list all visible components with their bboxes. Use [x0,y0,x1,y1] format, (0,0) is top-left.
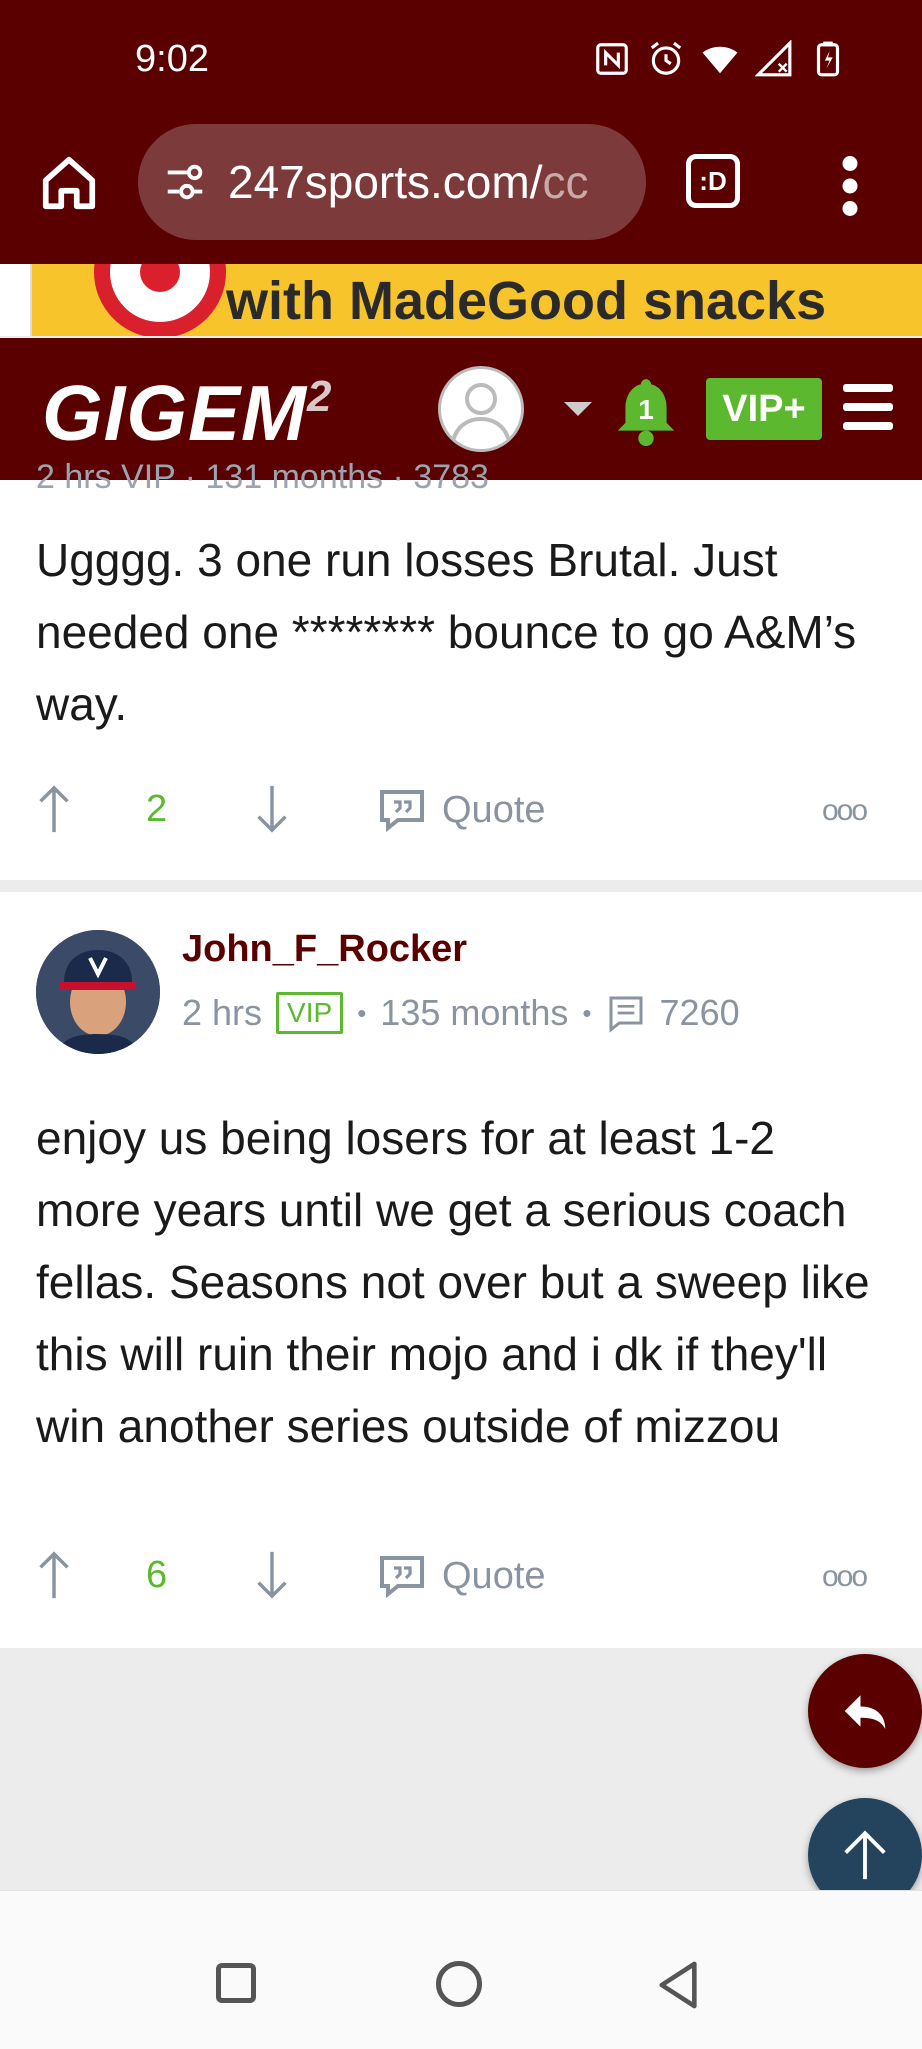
post-card: John_F_Rocker 2 hrs VIP • 135 months • 7… [0,892,922,1648]
post-meta-partial: 2 hrs VIP · 131 months · 3783 [36,458,489,496]
ad-text: with MadeGood snacks [226,271,827,331]
quote-icon [380,790,424,833]
signal-icon [755,40,792,77]
status-icons [593,40,847,78]
system-navigation-bar [0,1890,922,2049]
more-options-icon[interactable]: ooo [822,794,868,828]
reply-button[interactable] [808,1654,922,1768]
hamburger-menu-icon[interactable] [843,384,893,430]
post-card: 2 hrs VIP · 131 months · 3783 Ugggg. 3 o… [0,458,922,880]
home-nav-icon[interactable] [436,1961,482,2007]
member-tenure: 135 months [380,992,569,1033]
nfc-icon [596,43,628,75]
alarm-icon [650,41,682,75]
tab-switcher-button[interactable]: :D [686,154,740,208]
downvote-arrow-icon[interactable] [254,784,290,834]
recents-icon[interactable] [216,1963,256,2003]
post-meta: 2 hrs VIP • 135 months • 7260 [182,992,740,1034]
site-logo[interactable]: GIGEM2 [42,368,333,459]
notification-count: 1 [638,394,654,425]
more-options-icon[interactable]: ooo [822,1560,868,1594]
vip-badge: VIP [276,992,344,1034]
user-avatar[interactable] [36,930,160,1054]
target-logo-icon [94,264,226,336]
url-text: 247sports.com/cc [228,156,589,208]
quote-button[interactable]: Quote [378,1552,546,1600]
vote-count: 2 [146,788,168,830]
post-body: Ugggg. 3 one run losses Brutal. Just nee… [36,534,857,730]
status-bar: 9:02 [0,0,922,112]
quote-label: Quote [442,1554,546,1597]
wifi-icon [702,46,738,74]
user-avatar-placeholder-icon[interactable] [438,366,524,452]
downvote-arrow-icon[interactable] [254,1550,290,1600]
post-body: enjoy us being losers for at least 1-2 m… [36,1112,870,1452]
separator-dot: • [357,997,367,1028]
vip-plus-button[interactable]: VIP+ [706,378,822,440]
back-icon[interactable] [656,1959,702,2011]
ad-banner[interactable]: with MadeGood snacks [30,264,922,336]
posts-count-icon [609,996,643,1033]
notification-bell[interactable]: 1 [614,374,678,446]
browser-toolbar: 247sports.com/cc :D [0,112,922,264]
quote-label: Quote [442,788,546,831]
address-bar[interactable]: 247sports.com/cc [138,124,646,240]
post-actions: 2 Quote ooo [0,776,922,856]
separator-dot: • [582,997,592,1028]
post-actions: 6 Quote ooo [0,1542,922,1622]
upvote-arrow-icon[interactable] [36,784,72,834]
reply-icon [844,1695,886,1729]
status-time: 9:02 [135,38,209,80]
quote-button[interactable]: Quote [378,786,546,834]
vote-count: 6 [146,1554,168,1596]
home-icon[interactable] [38,152,100,214]
overflow-menu-icon[interactable] [840,156,860,216]
post-count: 7260 [659,992,740,1033]
post-time: 2 hrs [182,992,263,1033]
chevron-down-icon[interactable] [564,402,592,416]
upvote-arrow-icon[interactable] [36,1550,72,1600]
username[interactable]: John_F_Rocker [182,928,467,971]
battery-icon [816,41,840,77]
quote-icon [380,1556,424,1599]
site-settings-icon[interactable] [162,159,208,205]
ad-margin [0,264,30,336]
